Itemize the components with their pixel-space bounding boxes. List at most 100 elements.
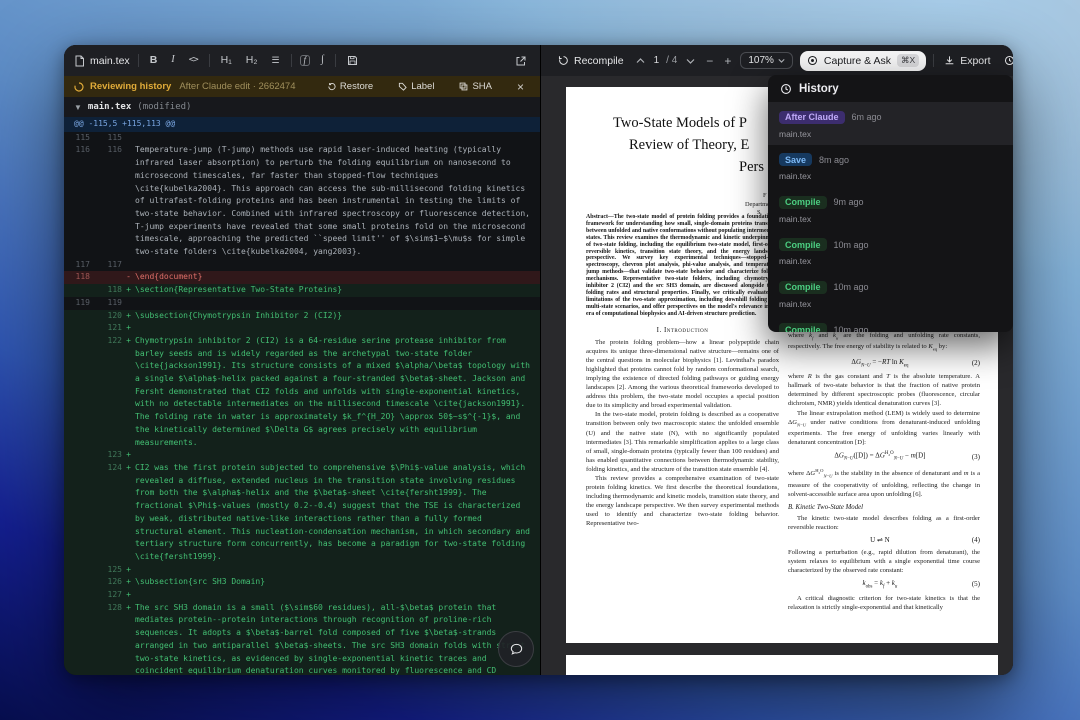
history-item[interactable]: Compile10m agomain.tex: [768, 272, 1013, 315]
history-time: 10m ago: [834, 240, 869, 250]
old-line-number: [64, 335, 90, 449]
history-badge: After Claude: [779, 111, 845, 124]
new-line-number: 128: [90, 602, 122, 675]
toolbar-divider: [335, 54, 336, 67]
equation-number: (3): [972, 453, 980, 461]
history-time: 9m ago: [834, 197, 864, 207]
copy-sha-button[interactable]: SHA: [453, 80, 498, 93]
open-external-button[interactable]: [512, 53, 530, 69]
chat-assistant-button[interactable]: [498, 631, 534, 667]
paper-abstract: Abstract—The two-state model of protein …: [586, 214, 779, 318]
diff-line: 125+: [64, 564, 540, 577]
history-item[interactable]: After Claude6m agomain.tex: [768, 102, 1013, 145]
diff-line: 123+: [64, 449, 540, 462]
paper-para-noindent: where R is the gas constant and T is the…: [788, 372, 980, 408]
new-line-number: 124: [90, 462, 122, 564]
diff-text: Chymotrypsin inhibitor 2 (CI2) is a 64-r…: [135, 335, 540, 449]
old-line-number: [64, 284, 90, 297]
history-time: 10m ago: [834, 325, 869, 333]
page-total: / 4: [666, 55, 677, 66]
diff-file-header[interactable]: ▼ main.tex (modified): [64, 97, 540, 117]
diff-text: [135, 132, 540, 145]
diff-line: 116116Temperature-jump (T-jump) methods …: [64, 144, 540, 258]
diff-line: 118+\section{Representative Two-State Pr…: [64, 284, 540, 297]
copy-icon: [459, 82, 468, 91]
diff-sign: +: [122, 462, 135, 564]
diff-sign: [122, 144, 135, 258]
history-item[interactable]: Compile9m agomain.tex: [768, 187, 1013, 230]
open-file-chip[interactable]: main.tex: [74, 55, 130, 67]
diff-line: 115115: [64, 132, 540, 145]
new-line-number: 125: [90, 564, 122, 577]
equation-number: (5): [972, 580, 980, 588]
recompile-button[interactable]: Recompile: [555, 53, 627, 69]
heading2-button[interactable]: H₂: [243, 53, 261, 68]
code-button[interactable]: <>: [186, 54, 201, 67]
diff-sign: +: [122, 564, 135, 577]
list-icon[interactable]: ☰: [268, 54, 282, 67]
diff-line: 120+\subsection{Chymotrypsin Inhibitor 2…: [64, 310, 540, 323]
new-line-number: 126: [90, 576, 122, 589]
heading1-button[interactable]: H₁: [218, 53, 235, 68]
close-banner-icon[interactable]: ×: [511, 80, 530, 94]
new-line-number: 115: [90, 132, 122, 145]
chevron-down-icon: [686, 58, 695, 64]
history-items: After Claude6m agomain.texSave8m agomain…: [768, 102, 1013, 332]
new-line-number: 116: [90, 144, 122, 258]
old-line-number: [64, 310, 90, 323]
code-diff-view[interactable]: @@ -115,5 +115,113 @@ 115115116116Temper…: [64, 117, 540, 675]
capture-and-ask-button[interactable]: Capture & Ask ⌘X: [800, 51, 926, 71]
old-line-number: 118: [64, 271, 90, 284]
tag-icon: [398, 82, 407, 91]
paper-title-line: Pers: [739, 159, 764, 176]
diff-sign: +: [122, 310, 135, 323]
diff-sign: +: [122, 322, 135, 335]
bold-button[interactable]: B: [147, 53, 161, 68]
history-file: main.tex: [779, 171, 1002, 181]
history-item[interactable]: Save8m agomain.tex: [768, 145, 1013, 188]
diff-text: The src SH3 domain is a small ($\sim$60 …: [135, 602, 540, 675]
history-panel-header: History: [768, 75, 1013, 102]
history-panel-title: History: [799, 83, 839, 95]
diff-text: \subsection{src SH3 Domain}: [135, 576, 540, 589]
diff-sign: +: [122, 589, 135, 602]
save-button[interactable]: [344, 53, 361, 68]
history-badge: Compile: [779, 323, 827, 332]
old-line-number: 115: [64, 132, 90, 145]
function-button[interactable]: f: [300, 55, 311, 66]
diff-text: Temperature-jump (T-jump) methods use ra…: [135, 144, 540, 258]
zoom-out-button[interactable]: −: [704, 53, 715, 69]
paper-equation: ΔGN−U = −RT ln Keq(2): [788, 358, 980, 368]
zoom-level-dropdown[interactable]: 107%: [740, 52, 793, 69]
history-item[interactable]: Compile10m agomain.tex: [768, 230, 1013, 273]
paper-equation: ΔGN−U([D]) = ΔGH2ON−U − m[D](3): [788, 451, 980, 462]
label-button[interactable]: Label: [392, 80, 440, 93]
toolbar-divider: [933, 54, 934, 67]
page-current: 1: [654, 55, 660, 66]
restore-button[interactable]: Restore: [321, 80, 379, 93]
math-button[interactable]: ∫: [318, 53, 327, 68]
diff-sign: +: [122, 576, 135, 589]
filename-label: main.tex: [90, 55, 130, 67]
old-line-number: [64, 564, 90, 577]
zoom-in-button[interactable]: +: [722, 53, 733, 69]
equation-body: ΔGN−U([D]) = ΔGH2ON−U − m[D]: [788, 451, 972, 462]
history-badge: Compile: [779, 238, 827, 251]
new-line-number: [90, 271, 122, 284]
export-button[interactable]: Export: [941, 53, 993, 69]
diff-sign: [122, 297, 135, 310]
diff-text: [135, 589, 540, 602]
page-up-button[interactable]: [634, 57, 647, 65]
history-clock-icon: [780, 83, 792, 95]
diff-sign: -: [122, 271, 135, 284]
italic-button[interactable]: I: [168, 53, 178, 68]
download-icon: [944, 55, 955, 66]
diff-text: \subsection{Chymotrypsin Inhibitor 2 (CI…: [135, 310, 540, 323]
history-button[interactable]: History: [1001, 53, 1013, 69]
history-badge: Save: [779, 153, 812, 166]
equation-body: ΔGN−U = −RT ln Keq: [788, 358, 972, 368]
history-item[interactable]: Compile10m agomain.tex: [768, 315, 1013, 333]
paper-author-line: Departme: [745, 201, 770, 208]
page-down-button[interactable]: [684, 57, 697, 65]
old-line-number: 117: [64, 259, 90, 272]
